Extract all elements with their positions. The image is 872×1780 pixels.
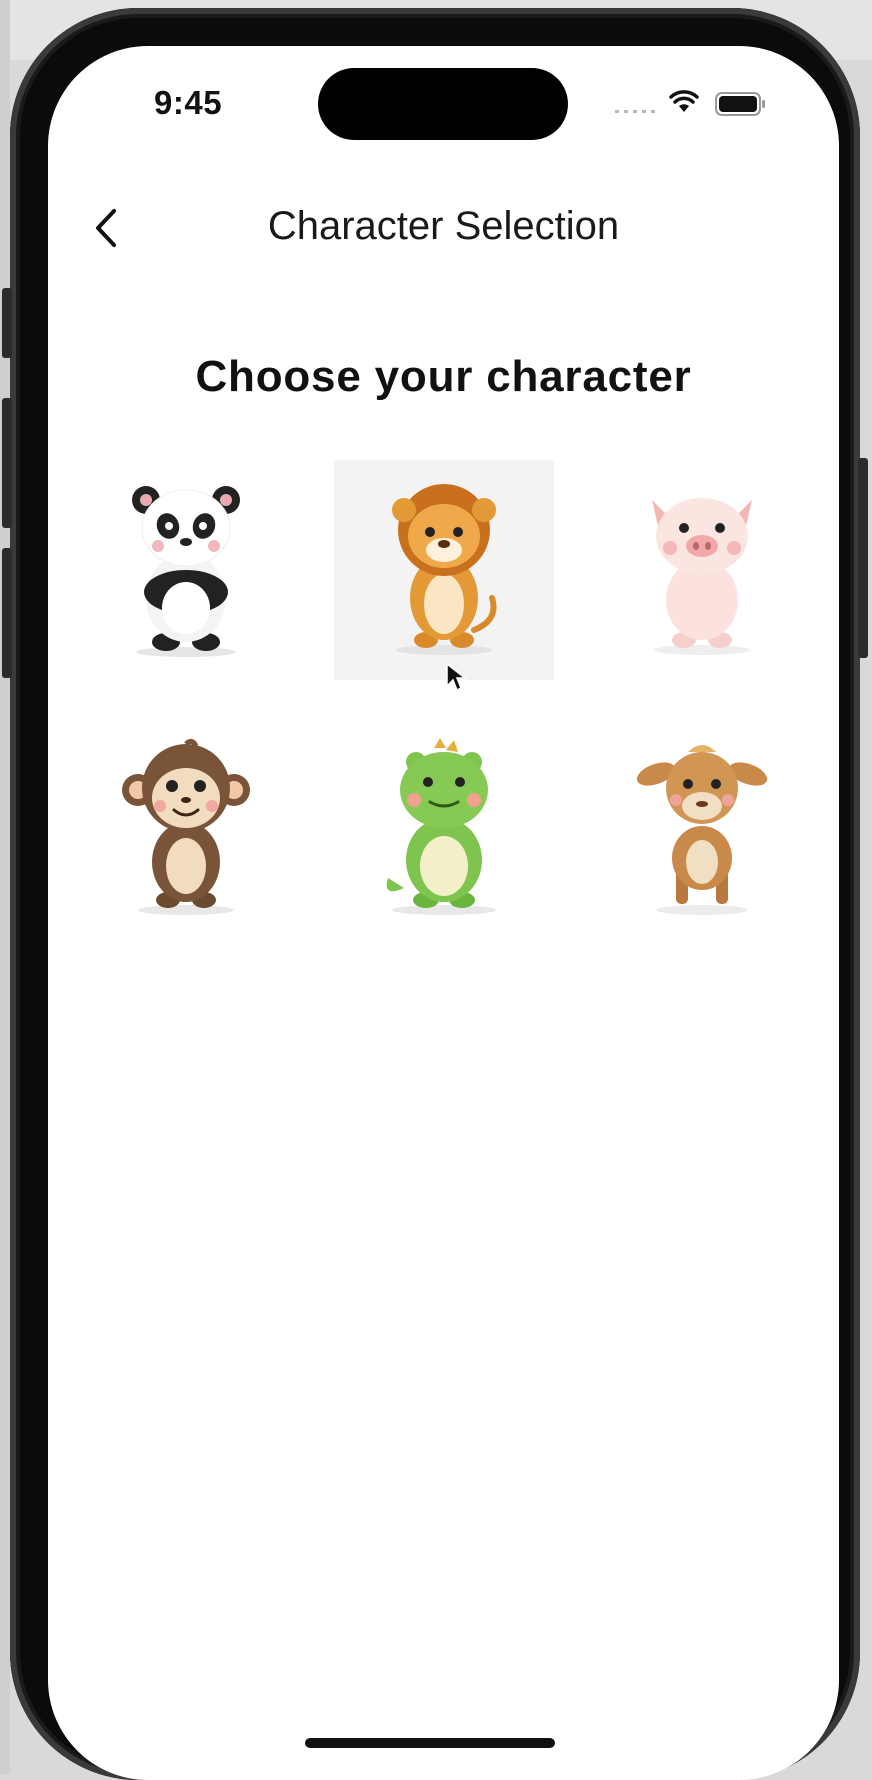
status-bar: 9:45 <box>48 46 839 156</box>
calf-illustration <box>636 745 768 915</box>
volume-down-button <box>2 548 12 678</box>
volume-up-button <box>2 398 12 528</box>
app-screen: 9:45 Character Selection Choose your cha… <box>48 46 839 1780</box>
battery-icon <box>715 92 765 116</box>
status-time: 9:45 <box>154 84 223 121</box>
panda-illustration <box>132 486 240 657</box>
character-calf[interactable] <box>592 718 812 938</box>
lion-illustration <box>392 484 497 655</box>
monkey-illustration <box>122 738 250 915</box>
character-lion[interactable] <box>334 460 554 680</box>
pig-illustration <box>652 498 752 655</box>
character-pig[interactable] <box>592 460 812 680</box>
page-heading: Choose your character <box>195 352 692 401</box>
phone-frame: 9:45 Character Selection Choose your cha… <box>2 8 868 1780</box>
desktop-edge <box>0 0 10 1774</box>
dinosaur-illustration <box>386 738 496 915</box>
signal-dots-icon <box>615 110 655 113</box>
nav-title: Character Selection <box>267 204 620 248</box>
character-panda[interactable] <box>76 460 296 680</box>
navigation-bar: Character Selection <box>48 186 839 266</box>
wifi-icon <box>669 90 699 112</box>
home-indicator[interactable] <box>305 1738 555 1748</box>
dynamic-island <box>318 68 568 140</box>
action-button <box>2 288 12 358</box>
side-button <box>858 458 868 658</box>
mouse-pointer-icon <box>446 662 467 692</box>
character-dinosaur[interactable] <box>334 718 554 938</box>
character-monkey[interactable] <box>76 718 296 938</box>
